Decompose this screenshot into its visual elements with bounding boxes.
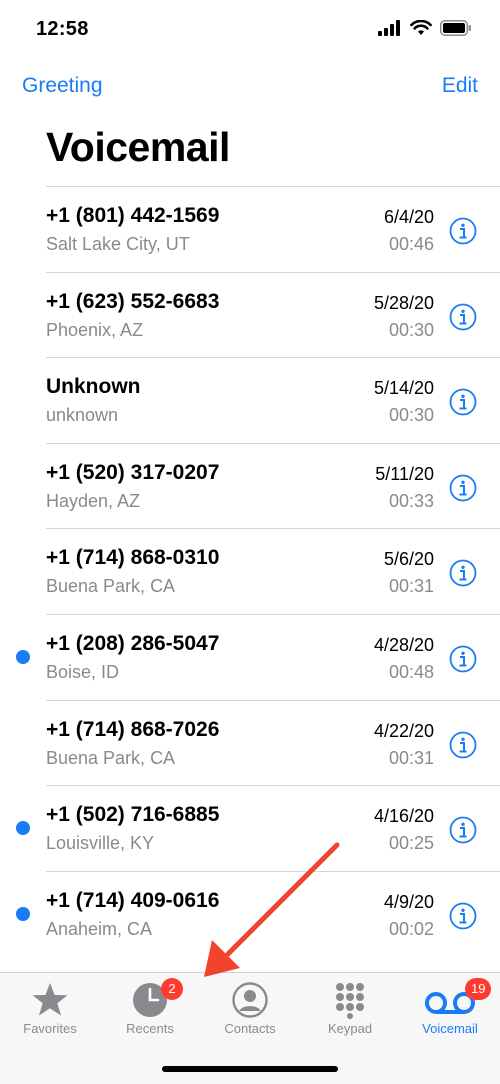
- caller-location: Boise, ID: [46, 661, 120, 682]
- caller-location: Phoenix, AZ: [46, 319, 144, 340]
- cellular-signal-icon: [378, 20, 400, 36]
- star-icon: [32, 983, 68, 1016]
- tab-label: Keypad: [327, 1021, 373, 1036]
- edit-button[interactable]: Edit: [442, 74, 478, 98]
- info-icon[interactable]: [449, 217, 477, 245]
- voicemail-row[interactable]: Unknown unknown 5/14/20 00:30: [0, 357, 500, 443]
- tab-label: Contacts: [224, 1021, 276, 1036]
- notification-badge: 19: [465, 978, 492, 1000]
- caller-location: unknown: [46, 405, 119, 426]
- tab-keypad[interactable]: Keypad: [300, 973, 400, 1051]
- caller-location: Buena Park, CA: [46, 747, 176, 768]
- info-icon[interactable]: [449, 559, 477, 587]
- info-icon[interactable]: [449, 645, 477, 673]
- info-icon[interactable]: [449, 816, 477, 844]
- voicemail-row[interactable]: +1 (714) 868-7026 Buena Park, CA 4/22/20…: [0, 699, 500, 786]
- voicemail-date: 6/4/20: [383, 207, 434, 227]
- nav-bar: Greeting Edit: [0, 72, 500, 108]
- voicemail-row[interactable]: +1 (714) 868-0310 Buena Park, CA 5/6/20 …: [0, 528, 500, 614]
- voicemail-date: 4/22/20: [373, 720, 434, 741]
- voicemail-duration: 00:30: [388, 319, 434, 340]
- voicemail-date: 4/16/20: [373, 806, 434, 827]
- voicemail-row[interactable]: +1 (714) 409-0616 Anaheim, CA 4/9/20 00:…: [0, 870, 500, 957]
- voicemail-row[interactable]: +1 (801) 442-1569 Salt Lake City, UT 6/4…: [0, 186, 500, 272]
- status-bar: 12:58: [0, 0, 500, 60]
- voicemail-date: 5/11/20: [375, 463, 434, 484]
- unread-indicator: [16, 906, 30, 921]
- tab-voicemail[interactable]: 19 Voicemail: [400, 973, 500, 1051]
- battery-icon: [440, 20, 471, 36]
- info-icon[interactable]: [449, 388, 477, 416]
- caller-location: Buena Park, CA: [46, 576, 176, 597]
- status-icons: [378, 20, 472, 36]
- voicemail-row[interactable]: +1 (208) 286-5047 Boise, ID 4/28/20 00:4…: [0, 613, 500, 700]
- voicemail-duration: 00:33: [388, 490, 434, 511]
- caller-name: +1 (714) 868-0310: [46, 546, 220, 570]
- voicemail-date: 4/9/20: [383, 891, 434, 912]
- page-title: Voicemail: [46, 124, 230, 170]
- voicemail-duration: 00:31: [388, 576, 434, 597]
- tab-recents[interactable]: 2 Recents: [100, 973, 200, 1051]
- unread-indicator: [16, 649, 30, 664]
- voicemail-list: +1 (801) 442-1569 Salt Lake City, UT 6/4…: [0, 186, 500, 956]
- caller-name: +1 (502) 716-6885: [46, 803, 220, 827]
- caller-name: +1 (520) 317-0207: [46, 460, 220, 484]
- info-icon[interactable]: [449, 474, 477, 502]
- notification-badge: 2: [161, 978, 183, 1000]
- tab-favorites[interactable]: Favorites: [0, 973, 100, 1051]
- caller-name: +1 (714) 409-0616: [46, 888, 220, 912]
- caller-name: +1 (714) 868-7026: [46, 717, 220, 741]
- caller-name: +1 (208) 286-5047: [46, 631, 220, 655]
- status-time: 12:58: [36, 18, 89, 40]
- voicemail-date: 5/14/20: [373, 378, 434, 399]
- info-icon[interactable]: [449, 303, 477, 331]
- caller-name: Unknown: [46, 375, 141, 399]
- voicemail-date: 4/28/20: [373, 634, 434, 655]
- greeting-button[interactable]: Greeting: [22, 74, 103, 98]
- voicemail-date: 5/6/20: [383, 549, 434, 570]
- voicemail-duration: 00:31: [388, 747, 434, 768]
- tab-label: Recents: [126, 1021, 174, 1036]
- keypad-icon: [336, 983, 364, 1019]
- voicemail-duration: 00:48: [388, 661, 434, 682]
- wifi-icon: [410, 20, 432, 35]
- voicemail-duration: 00:02: [388, 918, 434, 939]
- caller-name: +1 (801) 442-1569: [46, 204, 220, 227]
- caller-location: Salt Lake City, UT: [46, 234, 190, 254]
- voicemail-row[interactable]: +1 (502) 716-6885 Louisville, KY 4/16/20…: [0, 785, 500, 871]
- caller-name: +1 (623) 552-6683: [46, 289, 220, 313]
- voicemail-duration: 00:25: [388, 833, 434, 854]
- voicemail-date: 5/28/20: [373, 292, 434, 313]
- caller-location: Anaheim, CA: [46, 918, 153, 939]
- person-icon: [232, 982, 268, 1018]
- info-icon[interactable]: [449, 731, 477, 759]
- voicemail-row[interactable]: +1 (520) 317-0207 Hayden, AZ 5/11/20 00:…: [0, 442, 500, 529]
- voicemail-row[interactable]: +1 (623) 552-6683 Phoenix, AZ 5/28/20 00…: [0, 271, 500, 358]
- caller-location: Hayden, AZ: [46, 490, 141, 511]
- unread-indicator: [16, 821, 30, 836]
- info-icon[interactable]: [449, 902, 477, 930]
- caller-location: Louisville, KY: [46, 833, 155, 854]
- tab-label: Favorites: [23, 1021, 77, 1036]
- tab-label: Voicemail: [422, 1021, 478, 1036]
- voicemail-duration: 00:46: [388, 234, 434, 254]
- tab-contacts[interactable]: Contacts: [200, 973, 300, 1051]
- home-indicator[interactable]: [162, 1066, 338, 1072]
- voicemail-duration: 00:30: [388, 405, 434, 426]
